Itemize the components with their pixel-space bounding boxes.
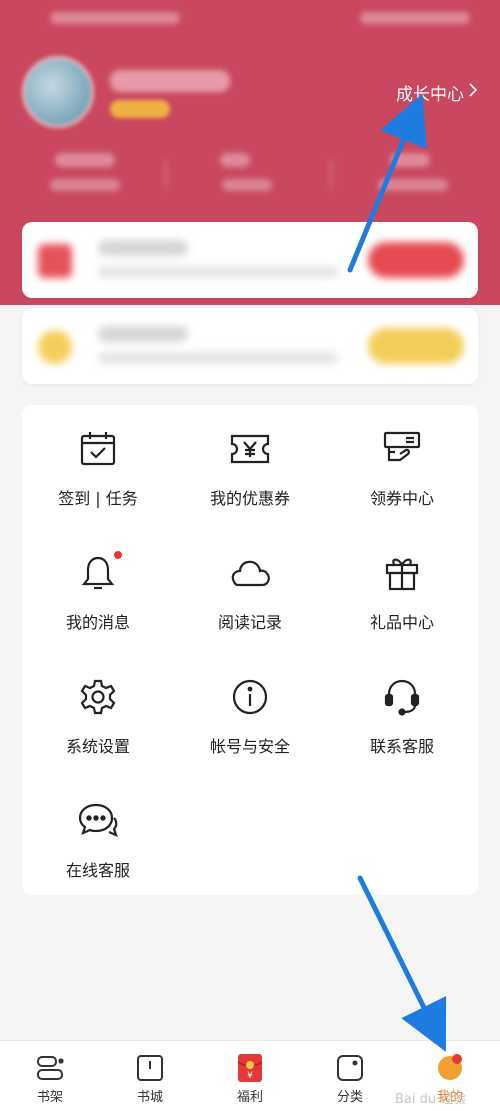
menu-item-online-support[interactable]: 在线客服 bbox=[22, 777, 174, 901]
coupon-hand-icon bbox=[380, 427, 424, 471]
tab-bookshelf[interactable]: 书架 bbox=[0, 1041, 100, 1111]
status-bar-right-blurred bbox=[360, 12, 470, 24]
menu-item-reading-history[interactable]: 阅读记录 bbox=[174, 529, 326, 653]
menu-item-label: 系统设置 bbox=[65, 737, 130, 756]
menu-item-my-coupons[interactable]: 我的优惠券 bbox=[174, 405, 326, 529]
chevron-right-icon bbox=[468, 82, 478, 103]
chat-bubbles-icon bbox=[76, 799, 120, 843]
tab-category[interactable]: 分类 bbox=[300, 1041, 400, 1111]
tab-label: 书架 bbox=[36, 1090, 63, 1105]
gear-icon bbox=[76, 675, 120, 719]
status-bar-left-blurred bbox=[50, 12, 180, 24]
profile-icon bbox=[435, 1053, 465, 1083]
menu-panel: 签到 | 任务 我的优惠券 领券中心 我的消息 阅读记录 礼品中心 系统设置 帐… bbox=[22, 405, 478, 895]
menu-item-label: 领券中心 bbox=[369, 489, 434, 508]
menu-item-account-security[interactable]: 帐号与安全 bbox=[174, 653, 326, 777]
growth-center-link[interactable]: 成长中心 bbox=[396, 80, 478, 105]
category-icon bbox=[335, 1053, 365, 1083]
wallet-card-blurred[interactable] bbox=[22, 308, 478, 384]
svg-text:¥: ¥ bbox=[247, 1071, 253, 1081]
headset-icon bbox=[380, 675, 424, 719]
book-icon bbox=[135, 1053, 165, 1083]
menu-item-contact-support[interactable]: 联系客服 bbox=[326, 653, 478, 777]
growth-center-label: 成长中心 bbox=[396, 85, 464, 105]
menu-item-label: 在线客服 bbox=[65, 861, 130, 880]
gift-icon bbox=[380, 551, 424, 595]
calendar-check-icon bbox=[76, 427, 120, 471]
status-bar bbox=[0, 0, 500, 36]
avatar[interactable] bbox=[22, 56, 94, 128]
tab-welfare[interactable]: ¥ 福利 bbox=[200, 1041, 300, 1111]
cloud-icon bbox=[228, 551, 272, 595]
info-icon bbox=[228, 675, 272, 719]
menu-item-coupon-center[interactable]: 领券中心 bbox=[326, 405, 478, 529]
menu-item-label: 礼品中心 bbox=[369, 613, 434, 632]
menu-item-gift-center[interactable]: 礼品中心 bbox=[326, 529, 478, 653]
menu-item-messages[interactable]: 我的消息 bbox=[22, 529, 174, 653]
tab-label: 福利 bbox=[236, 1090, 263, 1105]
menu-item-settings[interactable]: 系统设置 bbox=[22, 653, 174, 777]
bell-icon bbox=[76, 551, 122, 595]
tab-label: 分类 bbox=[336, 1090, 363, 1105]
stats-row-blurred bbox=[0, 145, 500, 205]
level-badge-blurred bbox=[110, 100, 170, 118]
menu-item-label: 帐号与安全 bbox=[209, 737, 290, 756]
menu-item-label: 阅读记录 bbox=[217, 613, 282, 632]
menu-item-label: 签到 | 任务 bbox=[58, 489, 138, 508]
tab-label: 书城 bbox=[136, 1090, 163, 1105]
unread-dot-badge bbox=[114, 551, 122, 559]
arrow-to-mine-tab bbox=[357, 875, 447, 1052]
menu-item-label: 我的优惠券 bbox=[209, 489, 290, 508]
bookshelf-icon bbox=[35, 1053, 65, 1083]
menu-item-label: 我的消息 bbox=[65, 613, 130, 632]
username-blurred bbox=[110, 70, 230, 92]
red-envelope-icon: ¥ bbox=[235, 1053, 265, 1083]
menu-item-checkin[interactable]: 签到 | 任务 bbox=[22, 405, 174, 529]
menu-item-label: 联系客服 bbox=[369, 737, 434, 756]
watermark: Bai du 经验 bbox=[395, 1092, 467, 1107]
yen-coupon-icon bbox=[228, 427, 272, 471]
tab-bookstore[interactable]: 书城 bbox=[100, 1041, 200, 1111]
vip-card-blurred[interactable] bbox=[22, 222, 478, 298]
